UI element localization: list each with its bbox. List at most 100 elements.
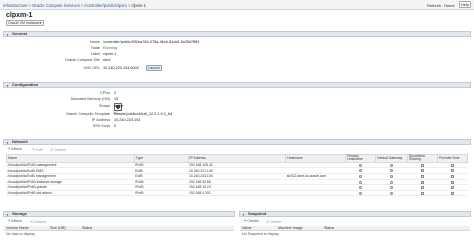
provider-role-checkbox[interactable]: [450, 186, 454, 190]
column-header-type[interactable]: Type: [133, 154, 189, 163]
config-shape-label: Shape: [99, 104, 110, 108]
column-header-symmetric-routing[interactable]: Symmetric Routing: [407, 154, 438, 163]
column-header-hostname[interactable]: Hostname: [285, 154, 347, 163]
provider-role-checkbox[interactable]: [450, 191, 454, 195]
symmetric-routing-checkbox[interactable]: [421, 191, 424, 195]
cell-ip: 192.168.0.201: [188, 190, 286, 197]
breadcrumb: Infrastructure>Oracle Compute Services>/…: [3, 3, 146, 8]
table-row[interactable]: /cloud/public/IPoIB-virt-admin IPoIB 192.1…: [6, 190, 468, 197]
snapshot-delete-label: Delete: [270, 220, 282, 224]
storage-table-header: Volume Name Size (GB) Status: [4, 226, 234, 231]
general-name-label: Name: [89, 40, 100, 44]
snapshot-create-button[interactable]: + Create: [244, 219, 259, 223]
storage-attach-button[interactable]: + Attach: [8, 219, 22, 223]
general-site-label: Oracle Compute Site: [64, 58, 100, 62]
collapse-icon: ▼: [6, 141, 9, 145]
instance-type-value: Oracle VM Instance: [8, 21, 40, 25]
home-button[interactable]: Home: [444, 3, 455, 8]
cell-provider-role: [437, 190, 468, 197]
section-general-title: General: [12, 31, 27, 36]
snapshot-delete-button[interactable]: ✕ Delete: [266, 219, 281, 224]
refresh-button[interactable]: Refresh: [427, 3, 441, 8]
primary-hostname-radio[interactable]: [359, 191, 363, 195]
config-cpus-value: 2: [114, 91, 117, 95]
provider-role-checkbox[interactable]: [450, 180, 454, 184]
collapse-icon: ▼: [242, 213, 245, 217]
column-header-snapshot-status[interactable]: Status: [324, 226, 334, 231]
cell-primary-hostname: [345, 190, 376, 197]
default-gateway-radio[interactable]: [390, 163, 394, 167]
primary-hostname-radio[interactable]: [359, 186, 363, 190]
column-header-primary-hostname[interactable]: Primary Hostname: [345, 154, 377, 163]
snapshot-empty-message: No Snapshot to display: [242, 232, 279, 236]
launch-vnc-button[interactable]: Launch: [146, 65, 162, 71]
breadcrumb-item-compute-services[interactable]: Oracle Compute Services: [32, 3, 80, 8]
section-storage-title: Storage: [12, 211, 27, 216]
default-gateway-radio[interactable]: [390, 191, 394, 195]
breadcrumb-item-current: clpxm-1: [131, 3, 147, 8]
general-vnc-label: VNC URL: [83, 66, 100, 70]
breadcrumb-item-infrastructure[interactable]: Infrastructure: [3, 3, 28, 8]
column-header-size[interactable]: Size (GB): [50, 226, 66, 231]
column-header-status[interactable]: Status: [82, 226, 92, 231]
column-header-snapshot-name[interactable]: Name: [242, 226, 252, 231]
provider-role-checkbox[interactable]: [450, 169, 454, 173]
provider-role-checkbox[interactable]: [450, 174, 454, 178]
config-ssh-label: SSH Keys: [92, 124, 110, 128]
primary-hostname-radio[interactable]: [359, 180, 363, 184]
config-cpus-label: CPUs: [100, 91, 110, 95]
section-network-header[interactable]: ▼ Network: [3, 139, 471, 145]
primary-hostname-radio[interactable]: [359, 174, 363, 178]
network-detach-button[interactable]: ✕ Detach: [50, 147, 66, 152]
storage-empty-message: No data to display: [6, 232, 35, 236]
default-gateway-radio[interactable]: [390, 180, 394, 184]
network-edit-label: Edit: [36, 148, 43, 152]
section-snapshot-title: Snapshot: [248, 211, 267, 216]
config-memory-value: 15: [114, 97, 119, 101]
symmetric-routing-checkbox[interactable]: [421, 163, 424, 167]
section-snapshot-header[interactable]: ▼ Snapshot: [239, 211, 471, 217]
section-storage-header[interactable]: ▼ Storage: [3, 211, 235, 217]
section-general-header[interactable]: ▼ General: [3, 31, 471, 37]
network-table-header: Name Type IP Address Hostname Primary Ho…: [6, 154, 469, 163]
cell-name: /cloud/public/IPoIB-virt-admin: [6, 190, 135, 197]
primary-hostname-radio[interactable]: [359, 169, 363, 173]
column-header-machine-image[interactable]: Machine Image: [278, 226, 303, 231]
snapshot-table-header: Name Machine Image Status: [240, 226, 470, 231]
network-detach-label: Detach: [54, 148, 67, 152]
collapse-icon: ▼: [6, 84, 9, 88]
config-ip-label: IP Address: [91, 118, 110, 122]
column-header-provider-role[interactable]: Provider Role: [436, 154, 469, 163]
instance-type-dropdown[interactable]: Oracle VM Instance ▼: [6, 20, 44, 26]
section-configuration-header[interactable]: ▼ Configuration: [3, 82, 471, 88]
default-gateway-radio[interactable]: [390, 169, 394, 173]
general-site-value: sbx1: [103, 58, 112, 62]
column-header-default-gateway[interactable]: Default Gateway: [375, 154, 409, 163]
default-gateway-radio[interactable]: [390, 186, 394, 190]
network-attach-button[interactable]: + Attach: [8, 147, 22, 151]
config-memory-label: Allocated Memory (GB): [70, 97, 110, 101]
symmetric-routing-checkbox[interactable]: [421, 180, 424, 184]
network-table: Name Type IP Address Hostname Primary Ho…: [6, 154, 469, 197]
collapse-icon: ▼: [6, 33, 9, 37]
collapse-icon: ▼: [6, 213, 9, 217]
storage-detach-button[interactable]: ✕ Detach: [30, 219, 46, 224]
cell-symmetric-routing: [407, 190, 438, 197]
column-header-ip[interactable]: IP Address: [187, 154, 287, 163]
symmetric-routing-checkbox[interactable]: [421, 169, 424, 173]
general-label-label: Label: [90, 52, 100, 56]
general-label-value: clpxm-1: [103, 52, 117, 56]
primary-hostname-radio[interactable]: [359, 163, 363, 167]
page-title: clpxm-1: [6, 12, 33, 19]
default-gateway-radio[interactable]: [390, 174, 394, 178]
breadcrumb-item-controller[interactable]: /controller/public/clpxm: [84, 3, 127, 8]
section-network-title: Network: [12, 139, 28, 144]
cell-default-gateway: [375, 190, 408, 197]
provider-role-checkbox[interactable]: [450, 163, 454, 167]
help-button[interactable]: Help: [459, 1, 471, 8]
network-edit-button[interactable]: ✎ Edit: [32, 147, 43, 152]
column-header-name[interactable]: Name: [6, 154, 135, 163]
column-header-volume-name[interactable]: Volume Name: [6, 226, 29, 231]
symmetric-routing-checkbox[interactable]: [421, 186, 424, 190]
symmetric-routing-checkbox[interactable]: [421, 174, 424, 178]
